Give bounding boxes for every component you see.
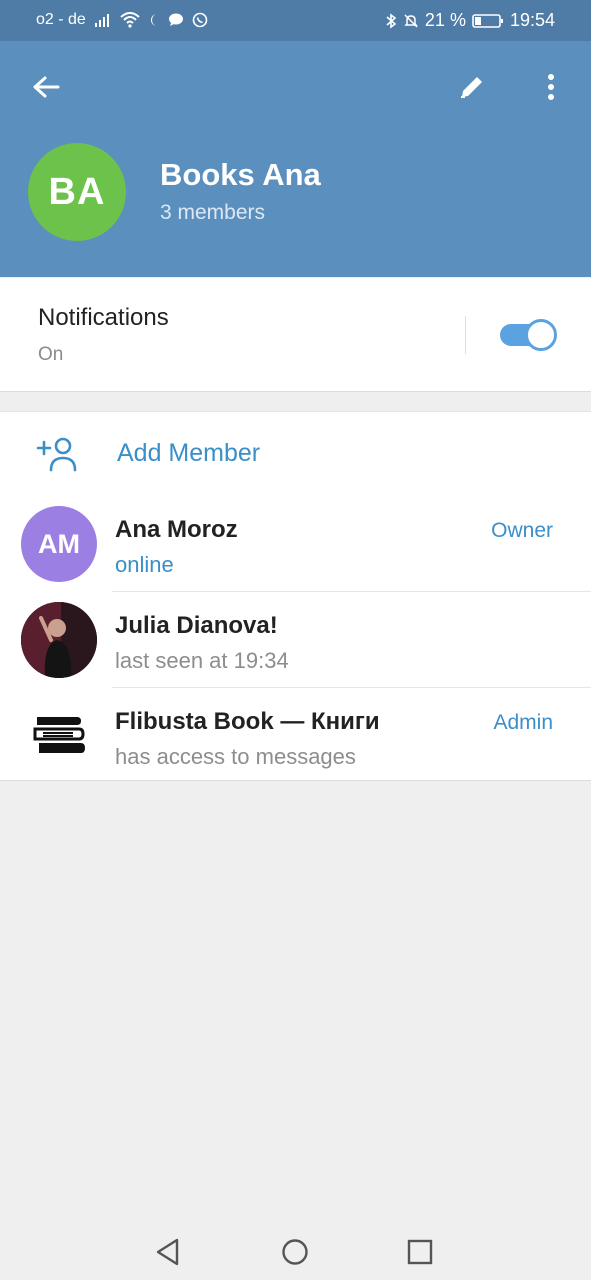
signal-icon — [94, 13, 112, 27]
circle-home-icon — [282, 1239, 308, 1265]
member-row[interactable]: Flibusta Book — Книги has access to mess… — [0, 688, 591, 784]
member-status: online — [115, 552, 174, 577]
notifications-label: Notifications — [38, 304, 169, 331]
triangle-back-icon — [156, 1238, 179, 1266]
member-status: has access to messages — [115, 744, 356, 769]
member-name: Julia Dianova! — [115, 612, 278, 639]
member-name: Flibusta Book — Книги — [115, 708, 380, 735]
battery-label: 21 % — [424, 10, 466, 30]
member-role: Owner — [491, 519, 553, 542]
arrow-left-icon — [33, 76, 60, 98]
edit-button[interactable] — [448, 63, 496, 111]
chat-bubble-icon — [168, 13, 184, 27]
back-button[interactable] — [22, 63, 70, 111]
more-options-button[interactable] — [527, 63, 575, 111]
battery-icon — [472, 13, 504, 29]
pencil-icon — [461, 77, 482, 98]
more-vertical-icon — [548, 74, 554, 100]
member-row[interactable]: AM Ana Moroz online Owner — [0, 496, 591, 592]
whatsapp-icon — [192, 12, 208, 28]
add-user-icon — [36, 436, 78, 477]
system-navigation-bar — [0, 1214, 591, 1280]
nav-back-button[interactable] — [148, 1232, 188, 1272]
carrier-label: o2 - de — [36, 11, 86, 28]
group-title: Books Ana — [160, 157, 321, 192]
add-member-label: Add Member — [117, 439, 261, 467]
clock: 19:54 — [509, 10, 555, 30]
member-row[interactable]: Julia Dianova! last seen at 19:34 — [0, 592, 591, 688]
avatar: AM — [21, 506, 97, 582]
bluetooth-icon — [385, 12, 397, 29]
member-role: Admin — [493, 711, 553, 734]
nav-recents-button[interactable] — [400, 1232, 440, 1272]
nav-home-button[interactable] — [275, 1232, 315, 1272]
moon-icon — [148, 13, 160, 27]
wifi-icon — [120, 12, 140, 28]
members-section: Add Member AM Ana Moroz online Owner Jul… — [0, 411, 591, 781]
group-avatar[interactable]: BA — [28, 143, 126, 241]
chat-info-header: BA Books Ana 3 members — [0, 41, 591, 277]
profile-photo-icon — [21, 602, 97, 678]
toggle-knob — [525, 319, 557, 351]
avatar — [21, 698, 97, 774]
books-icon — [33, 717, 85, 753]
member-name: Ana Moroz — [115, 516, 238, 543]
bell-off-icon — [403, 13, 419, 29]
add-member-button[interactable]: Add Member — [0, 412, 591, 496]
square-recents-icon — [407, 1239, 433, 1265]
status-bar: o2 - de 21 % 19:54 — [0, 0, 591, 41]
avatar — [21, 602, 97, 678]
divider — [465, 316, 466, 354]
member-count: 3 members — [160, 201, 266, 224]
notifications-state: On — [38, 344, 64, 365]
member-status: last seen at 19:34 — [115, 648, 289, 673]
